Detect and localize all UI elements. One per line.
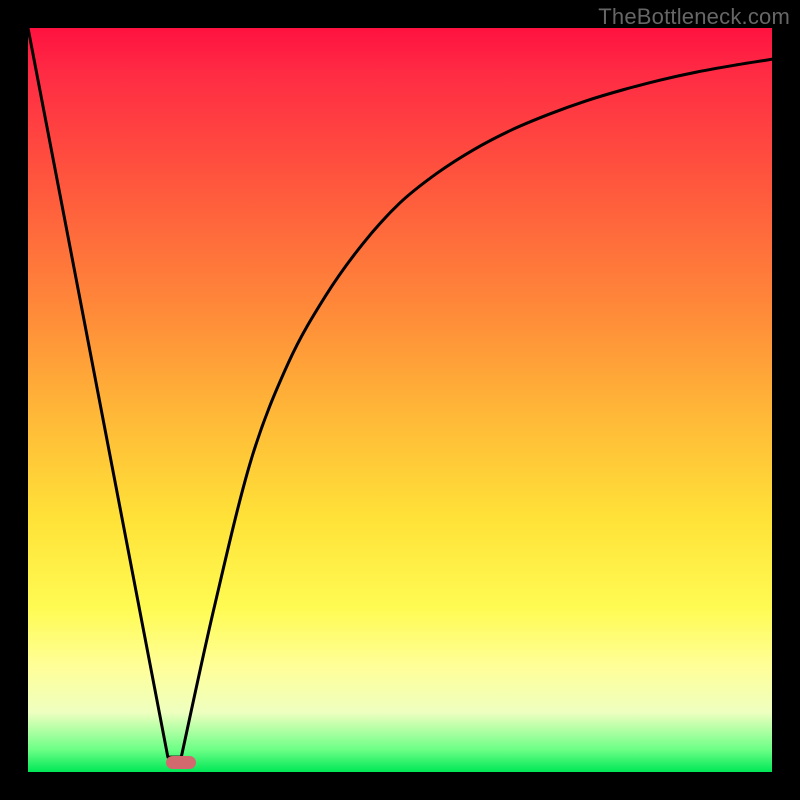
chart-frame: TheBottleneck.com: [0, 0, 800, 800]
plot-area: [28, 28, 772, 772]
bottleneck-curve: [28, 28, 772, 772]
minimum-marker: [166, 756, 196, 769]
watermark-text: TheBottleneck.com: [598, 4, 790, 30]
